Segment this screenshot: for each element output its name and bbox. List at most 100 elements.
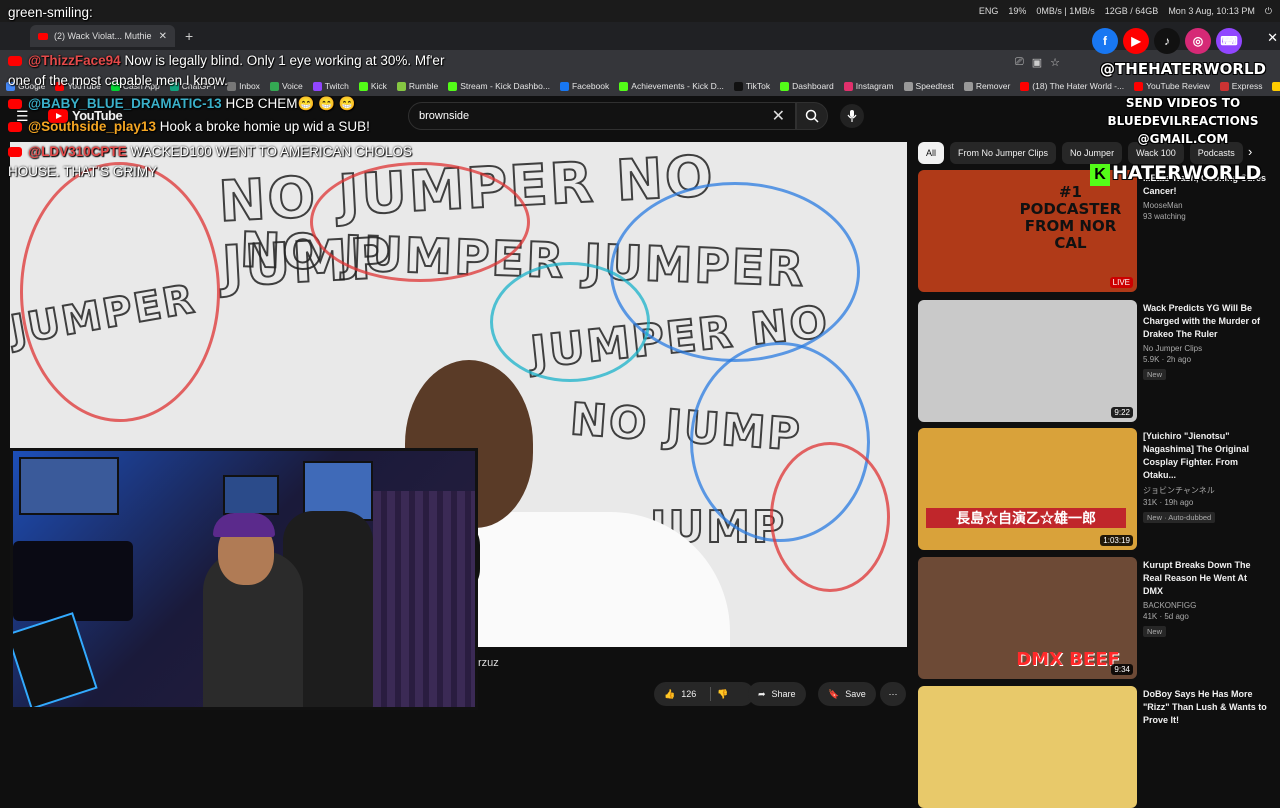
bookmark-favicon-icon: [1020, 81, 1030, 91]
bookmark-item[interactable]: Stream - Kick Dashbo...: [448, 81, 550, 91]
bookmark-item[interactable]: Voice: [269, 81, 303, 91]
microphone-icon: [847, 110, 857, 122]
screenshot-icon[interactable]: ▣: [1032, 56, 1042, 69]
cast-icon[interactable]: ⎚: [1015, 56, 1024, 69]
clock[interactable]: Mon 3 Aug, 10:13 PM: [1168, 6, 1255, 16]
video-duration: 9:34: [1111, 664, 1133, 675]
share-button[interactable]: ➦ Share: [748, 682, 806, 706]
acoustic-panels: [373, 491, 475, 707]
save-button[interactable]: 🔖 Save: [818, 682, 876, 706]
chat-message: HOUSE. THAT'S GRIMY: [8, 164, 157, 179]
youtube-icon: ▶: [1123, 28, 1149, 54]
youtube-chat-icon: [8, 56, 22, 67]
channel-name[interactable]: BACKONFIGG: [1143, 601, 1268, 610]
chat-message: @Southside_play13 Hook a broke homie up …: [8, 119, 370, 134]
video-duration: 9:22: [1111, 407, 1133, 418]
tiktok-icon: ♪: [1154, 28, 1180, 54]
video-meta: 41K · 5d ago: [1143, 612, 1189, 621]
bookmark-favicon-icon: [619, 81, 629, 91]
save-label: Save: [845, 689, 866, 699]
recommended-video[interactable]: DMX BEEF 9:34 Kurupt Breaks Down The Real …: [918, 557, 1268, 679]
bookmark-item[interactable]: Dashboard: [780, 81, 834, 91]
bookmark-label: Twitch: [324, 81, 349, 91]
search-icon: [805, 109, 819, 123]
bookmark-item[interactable]: Facebook: [559, 81, 610, 91]
search-button[interactable]: [796, 102, 828, 130]
chat-text: Now is legally blind. Only 1 eye working…: [124, 53, 445, 68]
search-query: brownside: [419, 110, 470, 122]
bookmark-star-icon[interactable]: ☆: [1050, 56, 1060, 69]
video-title: rzuz: [478, 657, 499, 669]
video-meta: 5.9K · 2h ago: [1143, 355, 1192, 364]
browser-tab[interactable]: (2) Wack Violat... Muthie ✕: [30, 25, 175, 47]
bookmark-item[interactable]: Remover: [963, 81, 1011, 91]
video-thumbnail[interactable]: DMX BEEF 9:34: [918, 557, 1137, 679]
bookmark-label: Inbox: [239, 81, 260, 91]
bookmark-favicon-icon: [559, 81, 569, 91]
bookmark-item[interactable]: Twitch: [312, 81, 349, 91]
search-input[interactable]: brownside ✕: [408, 102, 796, 130]
bookmark-label: Facebook: [571, 81, 610, 91]
bookmark-item[interactable]: TikTok: [733, 81, 770, 91]
video-meta: 31K · 19h ago: [1143, 498, 1194, 507]
streamer-branding-overlay: f ▶ ♪ ◎ ⌨ ✕ @THEHATERWORLD SEND VIDEOS TO BL…: [1090, 28, 1278, 188]
recommended-video[interactable]: 9:22 Wack Predicts YG Will Be Charged wit…: [918, 300, 1268, 422]
recommended-video[interactable]: #1 PODCASTER FROM NOR CAL LIVE ...Eats Tra…: [918, 170, 1268, 292]
video-title[interactable]: [Yuichiro "Jienotsu" Nagashima] The Orig…: [1143, 430, 1268, 482]
video-thumbnail[interactable]: 9:22: [918, 300, 1137, 422]
new-tab-button[interactable]: +: [185, 28, 193, 44]
video-thumbnail[interactable]: #1 PODCASTER FROM NOR CAL LIVE: [918, 170, 1137, 292]
youtube-chat-icon: [8, 147, 22, 158]
language-indicator[interactable]: ENG: [979, 6, 999, 16]
bookmark-item[interactable]: Speedtest: [903, 81, 954, 91]
chat-message: @ThizzFace94 Now is legally blind. Only …: [8, 53, 444, 68]
filter-chip[interactable]: From No Jumper Clips: [950, 142, 1057, 164]
chat-username: @BABY_BLUE_DRAMATIC-13: [28, 96, 222, 111]
more-actions-button[interactable]: ⋯: [880, 682, 906, 706]
channel-name[interactable]: No Jumper Clips: [1143, 344, 1268, 353]
bookmark-label: Remover: [975, 81, 1011, 91]
video-thumbnail[interactable]: [918, 686, 1137, 808]
recommended-video[interactable]: 長島☆自演乙☆雄一郎 1:03:19 [Yuichiro "Jienotsu" Na…: [918, 428, 1268, 550]
video-thumbnail[interactable]: 長島☆自演乙☆雄一郎 1:03:19: [918, 428, 1137, 550]
bookmark-item[interactable]: Rumble: [396, 81, 438, 91]
video-title[interactable]: DoBoy Says He Has More "Rizz" Than Lush …: [1143, 688, 1268, 727]
bookmark-item[interactable]: Inbox: [227, 81, 260, 91]
close-tab-icon[interactable]: ✕: [159, 31, 167, 42]
brand-line-3: @GMAIL.COM: [1137, 132, 1229, 146]
chat-text: green-smiling:: [8, 5, 93, 20]
video-info: DoBoy Says He Has More "Rizz" Than Lush …: [1143, 688, 1268, 727]
youtube-chat-icon: [8, 122, 22, 133]
bookmark-item[interactable]: Kick: [358, 81, 387, 91]
kick-channel-name: HATERWORLD: [1112, 162, 1262, 184]
voice-search-button[interactable]: [840, 104, 864, 128]
youtube-chat-icon: [8, 99, 22, 110]
thumbnail-text: DMX BEEF: [1016, 649, 1120, 670]
like-count[interactable]: 126: [681, 689, 696, 699]
chat-text: WACKED100 WENT TO AMERICAN CHOLOS: [130, 144, 413, 159]
instagram-icon: ◎: [1185, 28, 1211, 54]
video-duration: 1:03:19: [1100, 535, 1133, 546]
bookmark-favicon-icon: [733, 81, 743, 91]
share-label: Share: [771, 689, 796, 699]
video-title[interactable]: Kurupt Breaks Down The Real Reason He We…: [1143, 559, 1268, 598]
clear-search-icon[interactable]: ✕: [772, 106, 785, 126]
chat-message: @BABY_BLUE_DRAMATIC-13 HCB CHEM😁 😁 😁: [8, 96, 355, 112]
new-badge: New · Auto-dubbed: [1143, 512, 1216, 523]
kick-logo-icon: K: [1090, 164, 1110, 186]
filter-chip[interactable]: All: [918, 142, 945, 164]
recommended-video[interactable]: DoBoy Says He Has More "Rizz" Than Lush …: [918, 686, 1268, 808]
thumbnail-text: 長島☆自演乙☆雄一郎: [926, 508, 1126, 528]
thumbs-up-icon[interactable]: 👍: [664, 689, 675, 700]
thumbs-down-icon[interactable]: 👎: [717, 689, 728, 700]
video-title[interactable]: Wack Predicts YG Will Be Charged with th…: [1143, 302, 1268, 341]
channel-name[interactable]: MooseMan: [1143, 201, 1268, 210]
bookmark-item[interactable]: Instagram: [843, 81, 894, 91]
channel-name[interactable]: ジョビンチャンネル: [1143, 485, 1268, 496]
power-icon[interactable]: ⏻: [1265, 6, 1272, 17]
bookmark-item[interactable]: Achievements - Kick D...: [619, 81, 724, 91]
bookmark-favicon-icon: [963, 81, 973, 91]
browser-tab-strip: (2) Wack Violat... Muthie ✕ +: [0, 22, 1280, 50]
save-icon: 🔖: [828, 688, 840, 699]
video-info: [Yuichiro "Jienotsu" Nagashima] The Orig…: [1143, 430, 1268, 525]
